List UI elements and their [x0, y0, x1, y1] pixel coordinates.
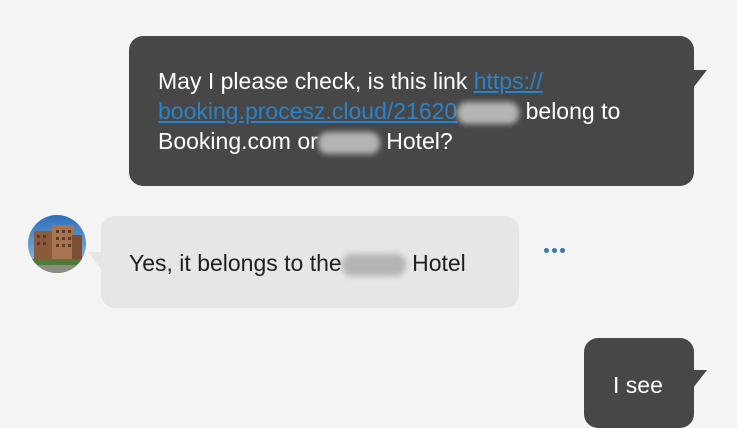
message-text-part: Hotel?	[379, 128, 453, 154]
bubble-tail	[88, 252, 102, 270]
avatar[interactable]	[28, 215, 86, 273]
redacted-text	[317, 131, 380, 154]
bubble-tail	[693, 370, 707, 388]
incoming-message-bubble: Yes, it belongs to the Hotel	[88, 216, 519, 308]
redacted-text	[341, 253, 406, 276]
bubble-tail	[693, 70, 707, 88]
more-horizontal-icon	[551, 247, 557, 253]
more-horizontal-icon	[559, 247, 565, 253]
message-text-part: belong to	[519, 98, 621, 124]
more-horizontal-icon	[543, 247, 549, 253]
more-options-button[interactable]	[540, 243, 568, 257]
message-text-part: Hotel	[405, 250, 466, 276]
message-text: I see	[613, 372, 663, 398]
redacted-text	[457, 101, 520, 124]
message-text-part: Yes, it belongs to the	[129, 250, 342, 276]
hotel-avatar-image	[28, 215, 86, 273]
message-text: Yes, it belongs to the Hotel	[129, 248, 519, 278]
message-text-part: May I please check, is this link	[158, 68, 474, 94]
outgoing-message-bubble: May I please check, is this link https:/…	[129, 36, 707, 186]
message-text: May I please check, is this link https:/…	[158, 66, 674, 156]
message-text-part: Booking.com or	[158, 128, 318, 154]
